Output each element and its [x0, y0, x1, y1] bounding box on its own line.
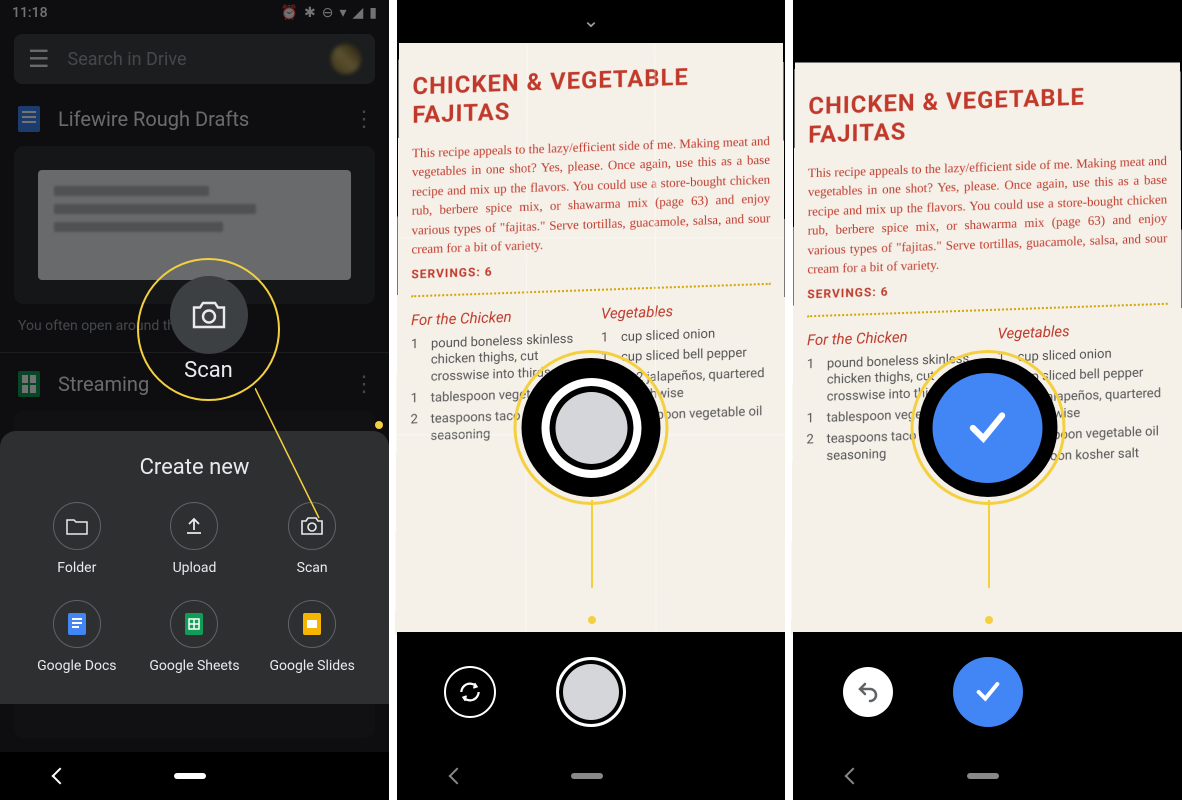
folder-icon — [53, 502, 101, 550]
scan-camera-icon — [288, 502, 336, 550]
nav-home[interactable] — [967, 773, 999, 779]
recipe-desc: This recipe appeals to the lazy/efficien… — [807, 151, 1167, 279]
shutter-button[interactable] — [556, 657, 626, 727]
gsheets-icon — [170, 600, 218, 648]
create-slides[interactable]: Google Slides — [253, 600, 371, 674]
scan-result-view: CHICKEN & VEGETABLEFAJITAS This recipe a… — [793, 0, 1182, 752]
callout-dot — [985, 616, 993, 624]
camera-preview: CHICKEN & VEGETABLEFAJITAS This recipe a… — [395, 43, 787, 635]
callout-dot — [375, 421, 383, 429]
recipe-servings: SERVINGS: 6 — [807, 274, 1167, 300]
phone-scanner-capture: ⌄ CHICKEN & VEGETABLEFAJITAS This recipe… — [389, 0, 785, 800]
nav-bar — [0, 752, 389, 800]
nav-back[interactable] — [52, 768, 69, 785]
create-sheets[interactable]: Google Sheets — [136, 600, 254, 674]
create-upload[interactable]: Upload — [136, 502, 254, 576]
recipe-title: CHICKEN & VEGETABLEFAJITAS — [808, 80, 1167, 149]
create-new-sheet: Create new Folder Upload Scan Googl — [0, 431, 389, 704]
upload-icon — [170, 502, 218, 550]
gslides-icon — [288, 600, 336, 648]
recipe-title: CHICKEN & VEGETABLEFAJITAS — [412, 60, 769, 129]
phone-drive: 11:18 ⏰ ✱ ⊖ ▾ ◢ ▮ ☰ Search in Drive Life… — [0, 0, 389, 800]
nav-back[interactable] — [449, 768, 466, 785]
undo-button[interactable] — [843, 667, 893, 717]
callout-dot — [588, 616, 596, 624]
rotate-camera-button[interactable] — [444, 666, 496, 718]
nav-bar — [397, 752, 785, 800]
phone-scanner-confirm: CHICKEN & VEGETABLEFAJITAS This recipe a… — [785, 0, 1182, 800]
nav-back[interactable] — [845, 768, 862, 785]
gdocs-icon — [53, 600, 101, 648]
create-folder[interactable]: Folder — [18, 502, 136, 576]
chevron-down-icon[interactable]: ⌄ — [397, 0, 785, 40]
sheet-grid: Folder Upload Scan Google Docs Go — [0, 502, 389, 674]
recipe-desc: This recipe appeals to the lazy/efficien… — [411, 131, 770, 259]
confirm-button[interactable] — [953, 657, 1023, 727]
scan-preview: CHICKEN & VEGETABLEFAJITAS This recipe a… — [791, 63, 1182, 635]
nav-home[interactable] — [174, 773, 206, 779]
create-scan[interactable]: Scan — [253, 502, 371, 576]
nav-bar — [793, 752, 1182, 800]
sheet-title: Create new — [0, 455, 389, 480]
nav-home[interactable] — [571, 773, 603, 779]
create-docs[interactable]: Google Docs — [18, 600, 136, 674]
confirm-controls — [793, 632, 1182, 752]
drive-screen: 11:18 ⏰ ✱ ⊖ ▾ ◢ ▮ ☰ Search in Drive Life… — [0, 0, 389, 752]
recipe-servings: SERVINGS: 6 — [411, 255, 770, 281]
camera-view: ⌄ CHICKEN & VEGETABLEFAJITAS This recipe… — [397, 0, 785, 752]
camera-controls — [397, 632, 785, 752]
